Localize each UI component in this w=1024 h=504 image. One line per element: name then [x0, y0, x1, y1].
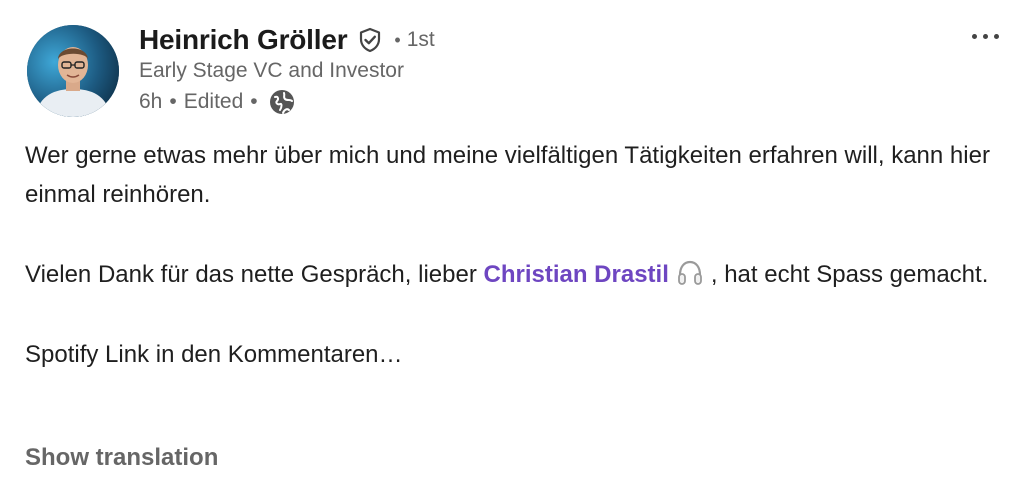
author-name[interactable]: Heinrich Gröller [139, 24, 348, 56]
headphones-icon [675, 258, 705, 288]
post-text: Vielen Dank für das nette Gespräch, lieb… [25, 261, 484, 288]
author-row: Heinrich Gröller • 1st [139, 22, 435, 58]
connection-degree: 1st [406, 28, 435, 51]
globe-icon [269, 89, 295, 115]
avatar[interactable] [27, 25, 119, 117]
verified-shield-icon [356, 26, 384, 54]
separator-dot: • [394, 29, 401, 50]
post-paragraph: Spotify Link in den Kommentaren… [25, 341, 403, 368]
post-paragraph: Wer gerne etwas mehr über mich und meine… [25, 142, 990, 208]
mention-link[interactable]: Christian Drastil [483, 261, 668, 288]
post-time: 6h [139, 90, 163, 113]
separator-dot: • [250, 90, 258, 113]
post-paragraph: Vielen Dank für das nette Gespräch, lieb… [25, 255, 1000, 294]
author-headline: Early Stage VC and Investor [139, 59, 404, 82]
feed-post: Heinrich Gröller • 1st Early Stage VC an… [0, 0, 1024, 504]
more-horizontal-icon [971, 33, 977, 39]
post-text: , hat echt Spass gemacht. [710, 261, 989, 288]
show-translation-button[interactable]: Show translation [25, 444, 218, 472]
edited-label: Edited [183, 90, 244, 113]
post-body: Wer gerne etwas mehr über mich und meine… [25, 136, 1000, 374]
post-meta: 6h • Edited • [139, 88, 295, 116]
more-options-button[interactable] [964, 23, 1006, 49]
separator-dot: • [169, 90, 177, 113]
